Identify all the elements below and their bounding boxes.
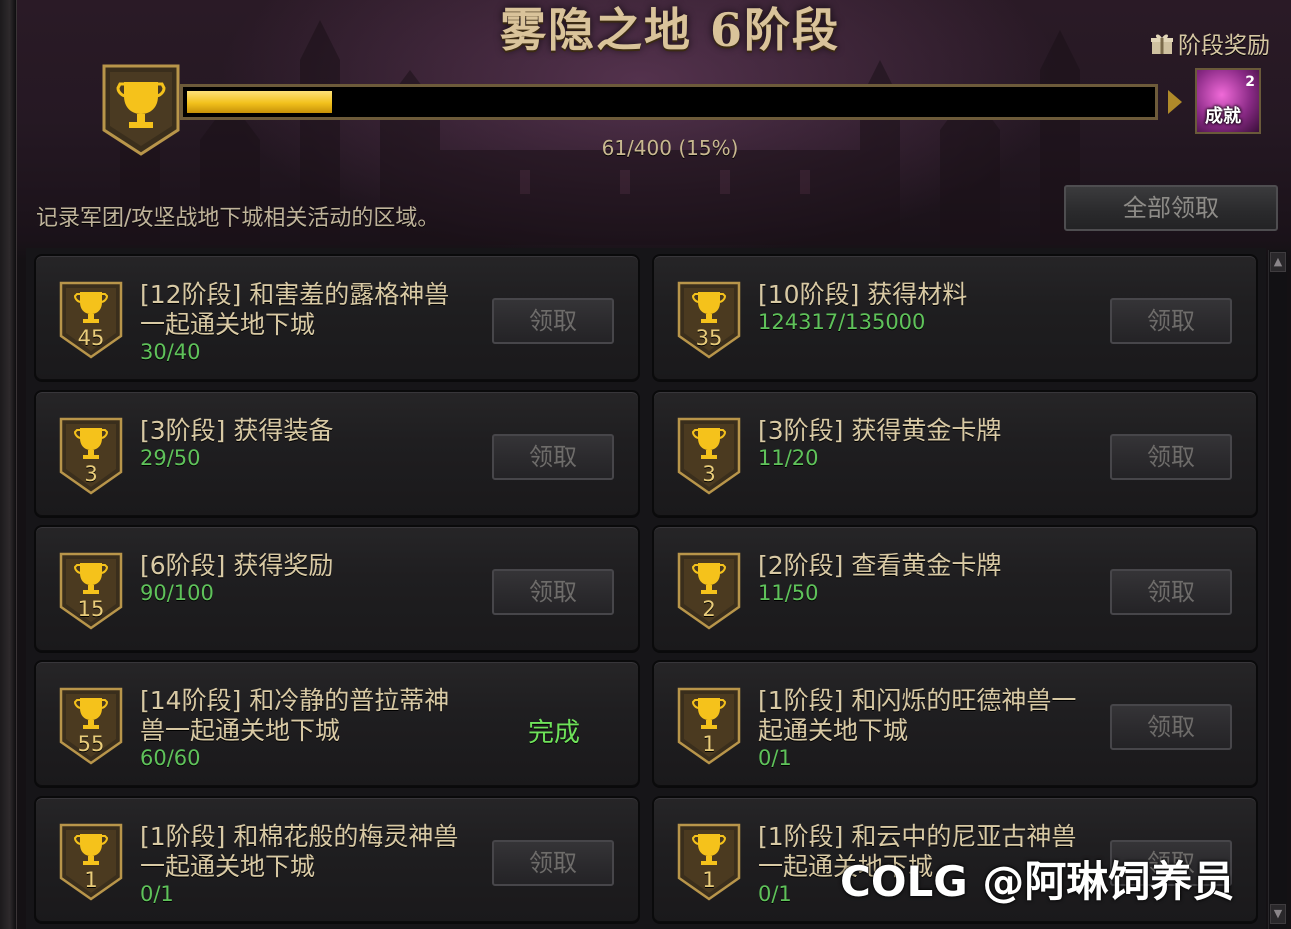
mission-card: 45 [12阶段] 和害羞的露格神兽 一起通关地下城 30/40 领取: [34, 254, 640, 382]
mission-title: [12阶段] 和害羞的露格神兽 一起通关地下城: [140, 280, 470, 340]
mission-progress: 0/1: [758, 746, 792, 770]
trophy-icon: 3: [676, 416, 742, 496]
watermark: COLG @阿琳饲养员: [840, 857, 1235, 906]
mission-title-line: [1阶段] 和棉花般的梅灵神兽: [140, 822, 459, 851]
trophy-icon: 2: [676, 551, 742, 631]
mission-card: 3 [3阶段] 获得装备 29/50 领取: [34, 390, 640, 518]
page-title: 雾隐之地 6阶段: [499, 3, 841, 57]
mission-card: 2 [2阶段] 查看黄金卡牌 11/50 领取: [652, 525, 1258, 653]
achievement-reward-badge[interactable]: 2 成就: [1195, 68, 1261, 134]
mission-title: [1阶段] 和棉花般的梅灵神兽 一起通关地下城: [140, 822, 470, 882]
claim-button[interactable]: 领取: [492, 840, 614, 886]
claim-button[interactable]: 领取: [1110, 434, 1232, 480]
stage-reward-link[interactable]: 阶段奖励: [1150, 26, 1270, 60]
trophy-icon: [102, 64, 180, 156]
mission-card: 1 [1阶段] 和棉花般的梅灵神兽 一起通关地下城 0/1 领取: [34, 796, 640, 924]
mission-title-line: [14阶段] 和冷静的普拉蒂神: [140, 686, 450, 715]
trophy-icon: 35: [676, 280, 742, 360]
trophy-icon: 1: [676, 822, 742, 902]
mission-title-line: [2阶段] 查看黄金卡牌: [758, 551, 1002, 580]
claim-button[interactable]: 领取: [1110, 569, 1232, 615]
claim-all-button[interactable]: 全部领取: [1064, 185, 1278, 231]
mission-progress: 90/100: [140, 581, 214, 605]
claim-button[interactable]: 领取: [1110, 298, 1232, 344]
trophy-icon: 55: [58, 686, 124, 766]
gift-icon: [1151, 34, 1173, 54]
mission-progress: 29/50: [140, 446, 201, 470]
mission-card: 35 [10阶段] 获得材料 124317/135000 领取: [652, 254, 1258, 382]
mission-card: 1 [1阶段] 和闪烁的旺德神兽一 起通关地下城 0/1 领取: [652, 660, 1258, 788]
scroll-down-button[interactable]: ▼: [1270, 904, 1286, 924]
mission-title-line: [3阶段] 获得黄金卡牌: [758, 416, 1002, 445]
mission-points: 1: [702, 868, 716, 892]
area-description: 记录军团/攻坚战地下城相关活动的区域。: [36, 206, 440, 231]
mission-points: 55: [77, 732, 105, 756]
stage-reward-label: 阶段奖励: [1178, 33, 1270, 59]
trophy-icon: 1: [676, 686, 742, 766]
mission-list-scrollbar[interactable]: [1268, 250, 1287, 929]
arrow-right-icon: [1168, 90, 1182, 114]
mission-progress: 11/50: [758, 581, 819, 605]
mission-points: 3: [702, 462, 716, 486]
mission-points: 45: [77, 326, 105, 350]
mission-progress: 11/20: [758, 446, 819, 470]
mission-title: [6阶段] 获得奖励: [140, 551, 470, 581]
mission-points: 2: [702, 597, 716, 621]
mission-title: [2阶段] 查看黄金卡牌: [758, 551, 1088, 581]
mission-progress: 60/60: [140, 746, 201, 770]
claim-button[interactable]: 领取: [492, 569, 614, 615]
mission-title: [3阶段] 获得黄金卡牌: [758, 416, 1088, 446]
mission-title-line: [3阶段] 获得装备: [140, 416, 334, 445]
mission-points: 3: [84, 462, 98, 486]
mission-progress: 30/40: [140, 340, 201, 364]
mission-title-line: 起通关地下城: [758, 716, 909, 745]
reward-badge-label: 成就: [1205, 106, 1241, 127]
mission-card: 15 [6阶段] 获得奖励 90/100 领取: [34, 525, 640, 653]
reward-badge-count: 2: [1245, 74, 1255, 90]
trophy-icon: 3: [58, 416, 124, 496]
mission-title-line: [10阶段] 获得材料: [758, 280, 968, 309]
stage-progress-fill: [187, 91, 332, 113]
mission-title-line: 一起通关地下城: [140, 852, 316, 881]
trophy-icon: 1: [58, 822, 124, 902]
claim-button[interactable]: 领取: [1110, 704, 1232, 750]
mission-title: [10阶段] 获得材料: [758, 280, 1088, 310]
left-window-frame: [0, 0, 17, 929]
mission-title-line: 一起通关地下城: [140, 310, 316, 339]
stage-progress-text: 61/400 (15%): [601, 136, 739, 160]
scroll-up-button[interactable]: ▲: [1270, 252, 1286, 272]
mission-title-line: [6阶段] 获得奖励: [140, 551, 334, 580]
mission-points: 35: [695, 326, 723, 350]
mission-points: 1: [84, 868, 98, 892]
mission-card: 55 [14阶段] 和冷静的普拉蒂神 兽一起通关地下城 60/60 完成: [34, 660, 640, 788]
mission-progress: 124317/135000: [758, 310, 926, 334]
mission-title: [1阶段] 和闪烁的旺德神兽一 起通关地下城: [758, 686, 1088, 746]
mission-progress: 0/1: [140, 882, 174, 906]
claim-button[interactable]: 领取: [492, 434, 614, 480]
mission-complete-label: 完成: [528, 718, 581, 748]
stage-progress-bar: [180, 84, 1158, 120]
claim-button[interactable]: 领取: [492, 298, 614, 344]
mission-card: 3 [3阶段] 获得黄金卡牌 11/20 领取: [652, 390, 1258, 518]
mission-title: [14阶段] 和冷静的普拉蒂神 兽一起通关地下城: [140, 686, 470, 746]
mission-title-line: [12阶段] 和害羞的露格神兽: [140, 280, 450, 309]
mission-points: 1: [702, 732, 716, 756]
mission-progress: 0/1: [758, 882, 792, 906]
mission-title: [3阶段] 获得装备: [140, 416, 470, 446]
mission-points: 15: [77, 597, 105, 621]
mission-title-line: 兽一起通关地下城: [140, 716, 341, 745]
trophy-icon: 15: [58, 551, 124, 631]
mission-title-line: [1阶段] 和闪烁的旺德神兽一: [758, 686, 1077, 715]
trophy-icon: 45: [58, 280, 124, 360]
